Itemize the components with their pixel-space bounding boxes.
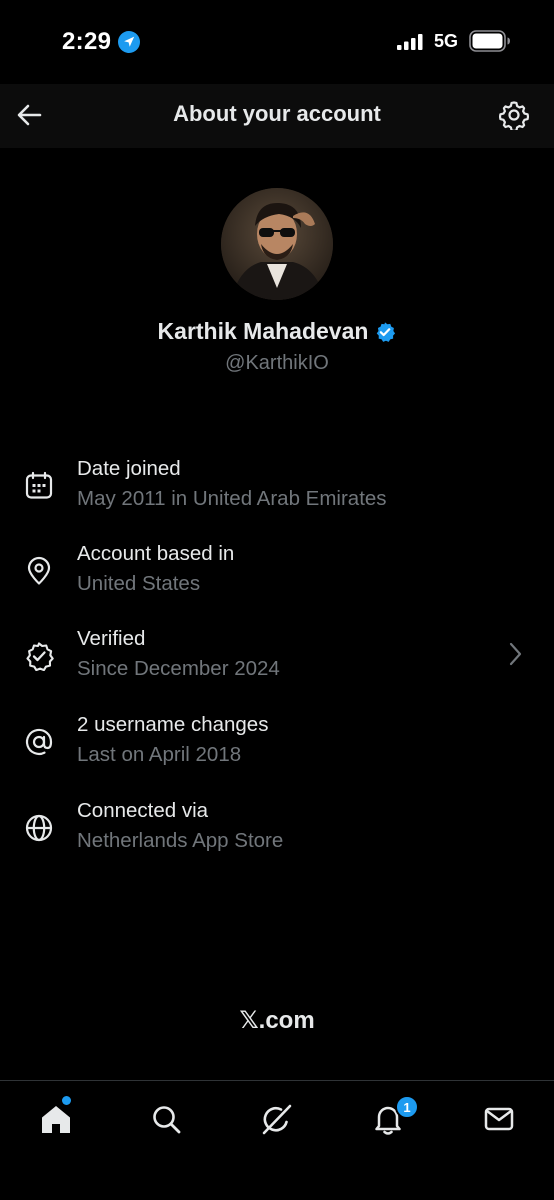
settings-button[interactable] bbox=[496, 97, 532, 133]
battery-icon bbox=[469, 30, 510, 52]
verified-badge-icon bbox=[26, 642, 54, 671]
avatar-photo bbox=[221, 188, 333, 300]
info-title: Account based in bbox=[77, 542, 235, 565]
location-services-icon bbox=[118, 31, 140, 53]
tab-messages[interactable] bbox=[479, 1099, 519, 1139]
notification-count-badge: 1 bbox=[395, 1095, 419, 1119]
verified-checkmark-icon bbox=[377, 321, 396, 342]
info-subtitle: Last on April 2018 bbox=[77, 743, 242, 766]
display-name-row: Karthik Mahadevan bbox=[0, 318, 554, 345]
about-account-screen: 2:29 5G About your account Karthik Mahad… bbox=[0, 0, 554, 1200]
x-com-link[interactable]: 𝕏.com bbox=[0, 1006, 554, 1035]
gear-icon bbox=[499, 101, 529, 130]
info-title: 2 username changes bbox=[77, 713, 269, 736]
bottom-tab-bar: 1 bbox=[0, 1080, 554, 1200]
page-title: About your account bbox=[173, 101, 381, 126]
tab-search[interactable] bbox=[146, 1099, 186, 1139]
calendar-icon bbox=[25, 471, 53, 499]
info-item-username-changes: 2 username changes Last on April 2018 bbox=[0, 713, 554, 783]
chevron-right-icon bbox=[509, 642, 522, 666]
display-name: Karthik Mahadevan bbox=[157, 318, 369, 344]
info-title: Date joined bbox=[77, 457, 181, 480]
grok-icon bbox=[262, 1104, 292, 1135]
info-title: Connected via bbox=[77, 799, 209, 822]
username-handle: @KarthikIO bbox=[225, 352, 329, 374]
tab-grok[interactable] bbox=[257, 1099, 297, 1139]
info-item-connected-via: Connected via Netherlands App Store bbox=[0, 799, 554, 869]
home-unread-dot bbox=[62, 1096, 71, 1105]
location-pin-icon bbox=[27, 556, 51, 585]
info-title: Verified bbox=[77, 627, 146, 650]
info-subtitle: May 2011 in United Arab Emirates bbox=[77, 487, 387, 510]
info-subtitle: Netherlands App Store bbox=[77, 829, 284, 852]
profile-avatar[interactable] bbox=[221, 188, 333, 300]
search-icon bbox=[153, 1106, 181, 1134]
globe-icon bbox=[25, 814, 53, 842]
status-bar: 2:29 5G bbox=[0, 0, 554, 84]
info-item-verified[interactable]: Verified Since December 2024 bbox=[0, 627, 554, 697]
top-app-bar: About your account bbox=[0, 84, 554, 148]
home-icon bbox=[42, 1106, 70, 1133]
info-item-date-joined: Date joined May 2011 in United Arab Emir… bbox=[0, 457, 554, 527]
cellular-signal-icon bbox=[397, 34, 423, 50]
envelope-icon bbox=[484, 1107, 514, 1131]
at-sign-icon bbox=[25, 728, 53, 756]
info-subtitle: Since December 2024 bbox=[77, 657, 280, 680]
info-item-account-based-in: Account based in United States bbox=[0, 542, 554, 612]
status-time: 2:29 bbox=[62, 28, 112, 55]
info-subtitle: United States bbox=[77, 572, 201, 595]
tab-home[interactable] bbox=[36, 1099, 76, 1139]
network-type: 5G bbox=[434, 31, 459, 51]
